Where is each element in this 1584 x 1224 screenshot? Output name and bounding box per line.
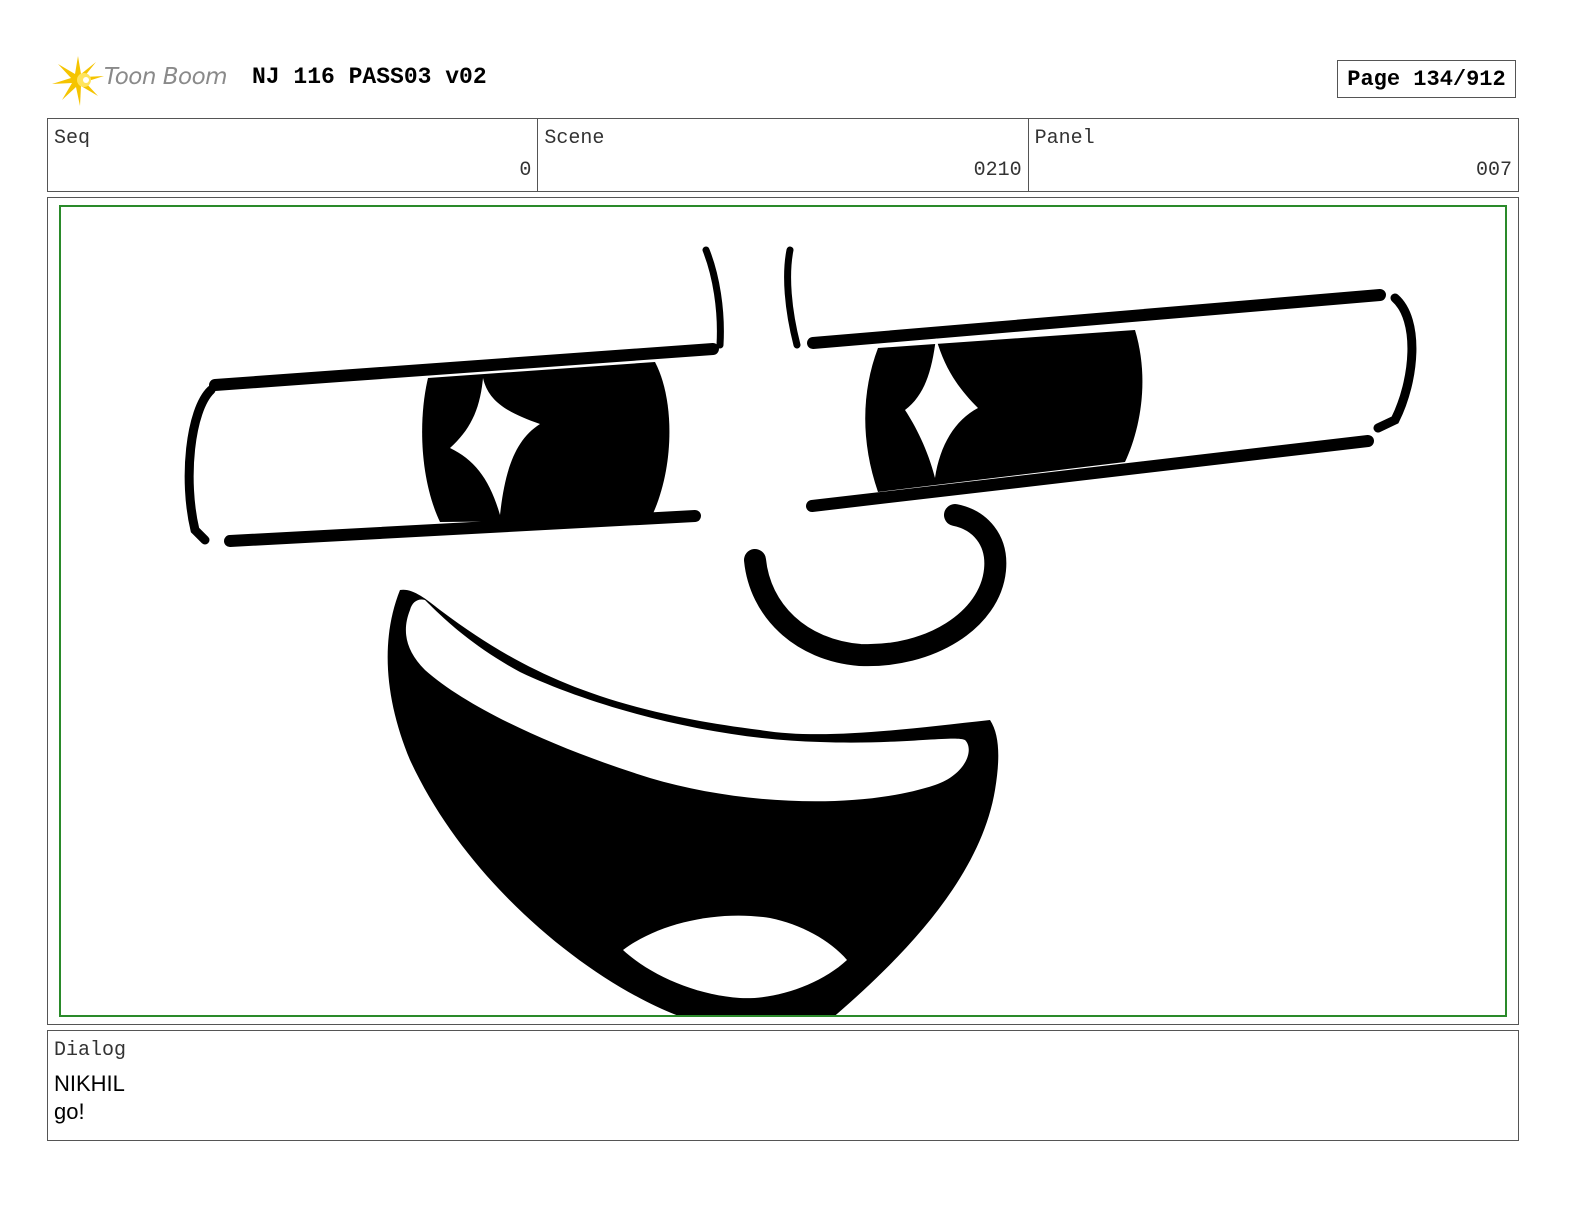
dialog-box: Dialog NIKHIL go! (47, 1030, 1519, 1141)
face-drawing (184, 246, 1417, 1015)
seq-value: 0 (519, 159, 532, 182)
document-title: NJ 116 PASS03 v02 (252, 64, 487, 90)
page-number: Page 134/912 (1337, 60, 1516, 98)
dialog-label: Dialog (54, 1039, 127, 1062)
right-brow-stroke (784, 246, 801, 349)
scene-value: 0210 (973, 159, 1022, 182)
right-eye (806, 289, 1417, 512)
dialog-line: go! (54, 1099, 85, 1124)
toon-boom-logo: Toon Boom (50, 52, 240, 108)
panel-value: 007 (1475, 159, 1512, 182)
starburst-icon (52, 56, 104, 106)
nose (744, 504, 1007, 667)
storyboard-panel (59, 205, 1507, 1017)
scene-info-row: Seq 0 Scene 0210 Panel 007 (47, 118, 1519, 192)
panel-label: Panel (1034, 127, 1095, 150)
logo-text: Toon Boom (104, 64, 228, 90)
seq-cell: Seq 0 (48, 119, 539, 191)
dialog-speaker: NIKHIL (54, 1071, 125, 1096)
left-eye (184, 343, 719, 547)
panel-cell: Panel 007 (1029, 119, 1518, 191)
left-brow-stroke (702, 246, 724, 349)
seq-label: Seq (54, 127, 91, 150)
scene-cell: Scene 0210 (538, 119, 1029, 191)
scene-label: Scene (544, 127, 605, 150)
